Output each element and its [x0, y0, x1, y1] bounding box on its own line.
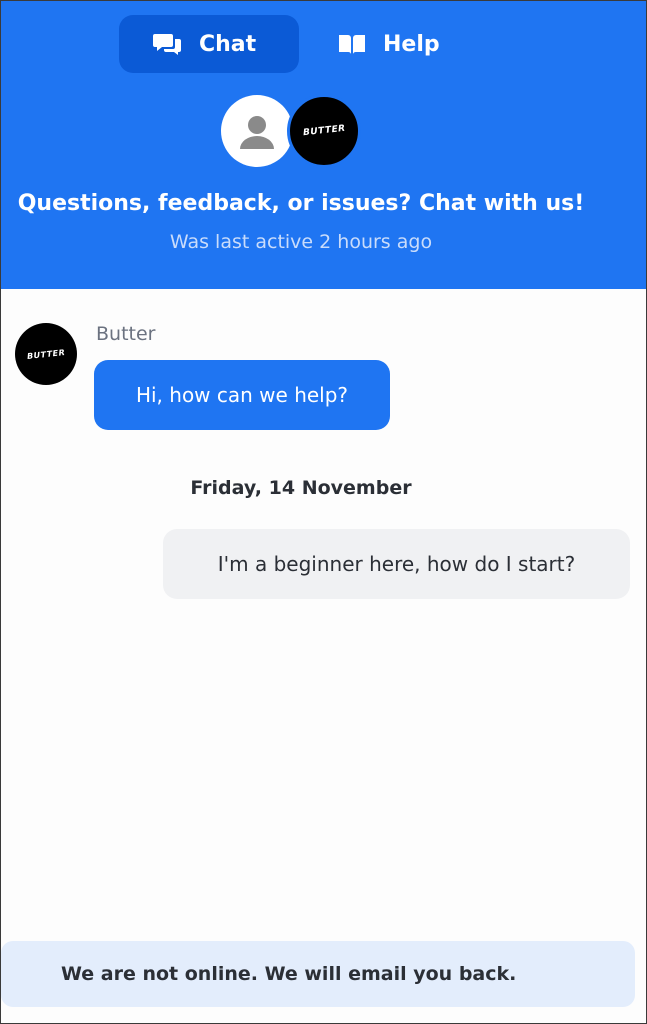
agent-avatar	[221, 95, 293, 167]
chat-header: Chat Help BUTTER Questions, feedback, or…	[1, 1, 646, 289]
book-icon	[337, 32, 367, 56]
incoming-message: Hi, how can we help?	[94, 360, 390, 430]
tab-bar: Chat Help	[119, 15, 462, 73]
chat-bubbles-icon	[153, 32, 183, 56]
team-avatars: BUTTER	[221, 94, 363, 169]
user-icon	[240, 116, 274, 149]
tab-chat-label: Chat	[199, 31, 257, 57]
header-headline: Questions, feedback, or issues? Chat wit…	[17, 191, 585, 216]
date-separator: Friday, 14 November	[190, 477, 412, 499]
offline-notice: We are not online. We will email you bac…	[1, 941, 635, 1007]
butter-logo: BUTTER	[26, 347, 66, 361]
tab-chat[interactable]: Chat	[119, 15, 299, 73]
tab-help[interactable]: Help	[309, 15, 462, 73]
sender-name: Butter	[96, 323, 156, 345]
butter-logo-avatar: BUTTER	[287, 94, 361, 168]
tab-help-label: Help	[383, 31, 440, 57]
sender-avatar: BUTTER	[15, 323, 77, 385]
last-active-status: Was last active 2 hours ago	[169, 231, 433, 253]
chat-widget: Chat Help BUTTER Questions, feedback, or…	[0, 0, 647, 1024]
butter-logo: BUTTER	[302, 123, 346, 139]
outgoing-message: I'm a beginner here, how do I start?	[163, 529, 630, 599]
